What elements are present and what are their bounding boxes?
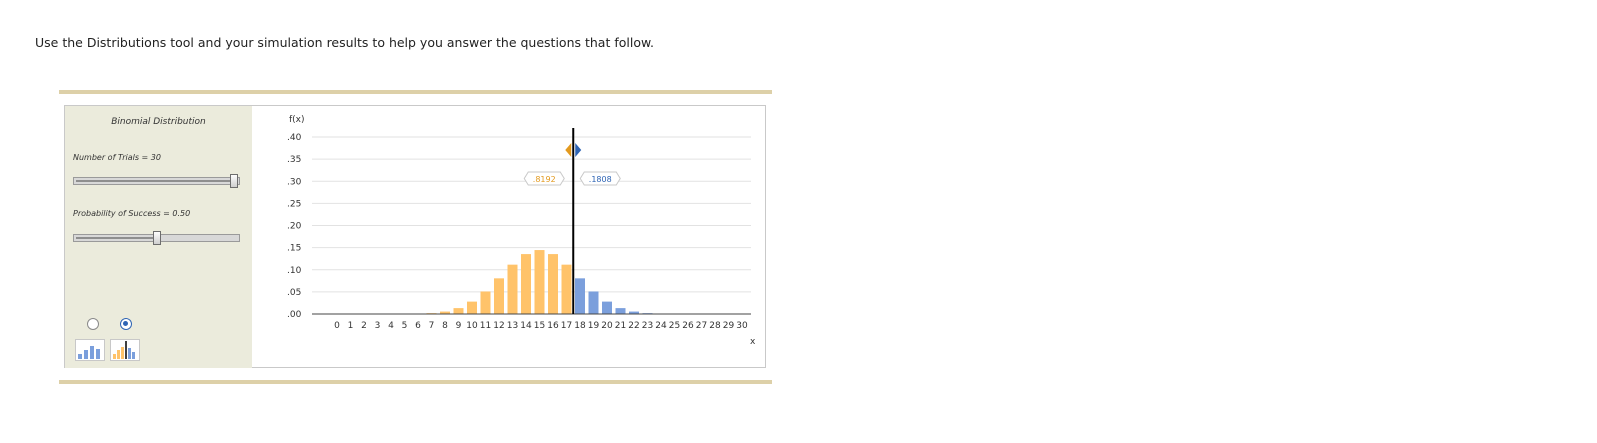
bar-16 bbox=[548, 254, 558, 314]
bar-18 bbox=[575, 278, 585, 314]
y-tick-label: .00 bbox=[287, 310, 302, 320]
x-tick-label: 9 bbox=[456, 321, 462, 331]
bar-14 bbox=[521, 254, 531, 314]
x-tick-label: 29 bbox=[723, 321, 735, 331]
x-tick-label: 7 bbox=[429, 321, 435, 331]
x-tick-label: 2 bbox=[361, 321, 367, 331]
x-tick-label: 15 bbox=[534, 321, 545, 331]
x-tick-label: 5 bbox=[402, 321, 408, 331]
x-tick-label: 27 bbox=[696, 321, 707, 331]
gridlines bbox=[312, 136, 751, 293]
y-tick-label: .35 bbox=[287, 155, 301, 165]
x-tick-label: 0 bbox=[334, 321, 340, 331]
x-tick-label: 25 bbox=[669, 321, 680, 331]
left-area-value: .8192 bbox=[523, 171, 565, 186]
x-tick-label: 26 bbox=[682, 321, 694, 331]
binomial-chart: f(x) .00.05.10.15.20.25.30.35.40 0123456… bbox=[287, 115, 756, 347]
x-tick-label: 14 bbox=[520, 321, 532, 331]
distributions-tool: Binomial Distribution Number of Trials =… bbox=[64, 105, 766, 368]
bars bbox=[399, 250, 680, 314]
left-triangle-handle-icon bbox=[565, 143, 572, 157]
x-tick-label: 8 bbox=[442, 321, 448, 331]
y-tick-label: .25 bbox=[287, 199, 301, 209]
x-tick-label: 16 bbox=[547, 321, 559, 331]
x-tick-label: 19 bbox=[588, 321, 600, 331]
bar-15 bbox=[534, 250, 545, 314]
y-tick-label: .15 bbox=[287, 244, 301, 254]
bar-10 bbox=[467, 301, 477, 314]
x-tick-label: 20 bbox=[601, 321, 613, 331]
x-tick-label: 6 bbox=[415, 321, 421, 331]
bar-19 bbox=[588, 291, 599, 314]
x-tick-label: 17 bbox=[561, 321, 572, 331]
y-tick-label: .40 bbox=[287, 133, 302, 143]
y-tick-label: .05 bbox=[287, 288, 301, 298]
y-tick-label: .10 bbox=[287, 266, 302, 276]
left-area-value-label: .8192 bbox=[533, 175, 556, 184]
bar-20 bbox=[602, 301, 612, 314]
x-tick-label: 13 bbox=[507, 321, 518, 331]
top-divider bbox=[59, 90, 772, 94]
x-tick-label: 12 bbox=[493, 321, 504, 331]
right-triangle-handle-icon bbox=[575, 143, 582, 157]
x-tick-label: 1 bbox=[348, 321, 354, 331]
x-tick-label: 18 bbox=[574, 321, 586, 331]
bar-13 bbox=[507, 264, 518, 314]
x-tick-label: 22 bbox=[628, 321, 639, 331]
y-tick-label: .20 bbox=[287, 222, 302, 232]
x-tick-label: 4 bbox=[388, 321, 394, 331]
x-tick-label: 30 bbox=[736, 321, 748, 331]
bar-17 bbox=[561, 264, 572, 314]
bar-21 bbox=[615, 308, 626, 314]
x-tick-label: 3 bbox=[375, 321, 381, 331]
x-axis-label: x bbox=[750, 337, 756, 347]
x-tick-label: 11 bbox=[480, 321, 491, 331]
x-tick-labels: 0 1 2 3 4 5 6 7 8 9 10 11 12 13 14 15 16 17 18 19 20 21 22 23 24… bbox=[334, 321, 748, 331]
y-tick-label: .30 bbox=[287, 177, 302, 187]
bar-11 bbox=[480, 291, 491, 314]
x-tick-label: 23 bbox=[642, 321, 653, 331]
x-tick-label: 10 bbox=[466, 321, 478, 331]
instructions-text: Use the Distributions tool and your simu… bbox=[35, 35, 655, 50]
x-tick-label: 21 bbox=[615, 321, 626, 331]
x-tick-label: 24 bbox=[655, 321, 667, 331]
right-area-value: .1808 bbox=[579, 171, 621, 186]
bottom-divider bbox=[59, 380, 772, 384]
y-axis-label: f(x) bbox=[289, 115, 305, 125]
right-area-value-label: .1808 bbox=[589, 175, 612, 184]
y-tick-labels: .00 .05 .10 .15 .20 .25 .30 .35 .40 bbox=[287, 133, 302, 320]
bar-12 bbox=[494, 278, 504, 314]
bar-9 bbox=[453, 308, 464, 314]
x-tick-label: 28 bbox=[709, 321, 721, 331]
